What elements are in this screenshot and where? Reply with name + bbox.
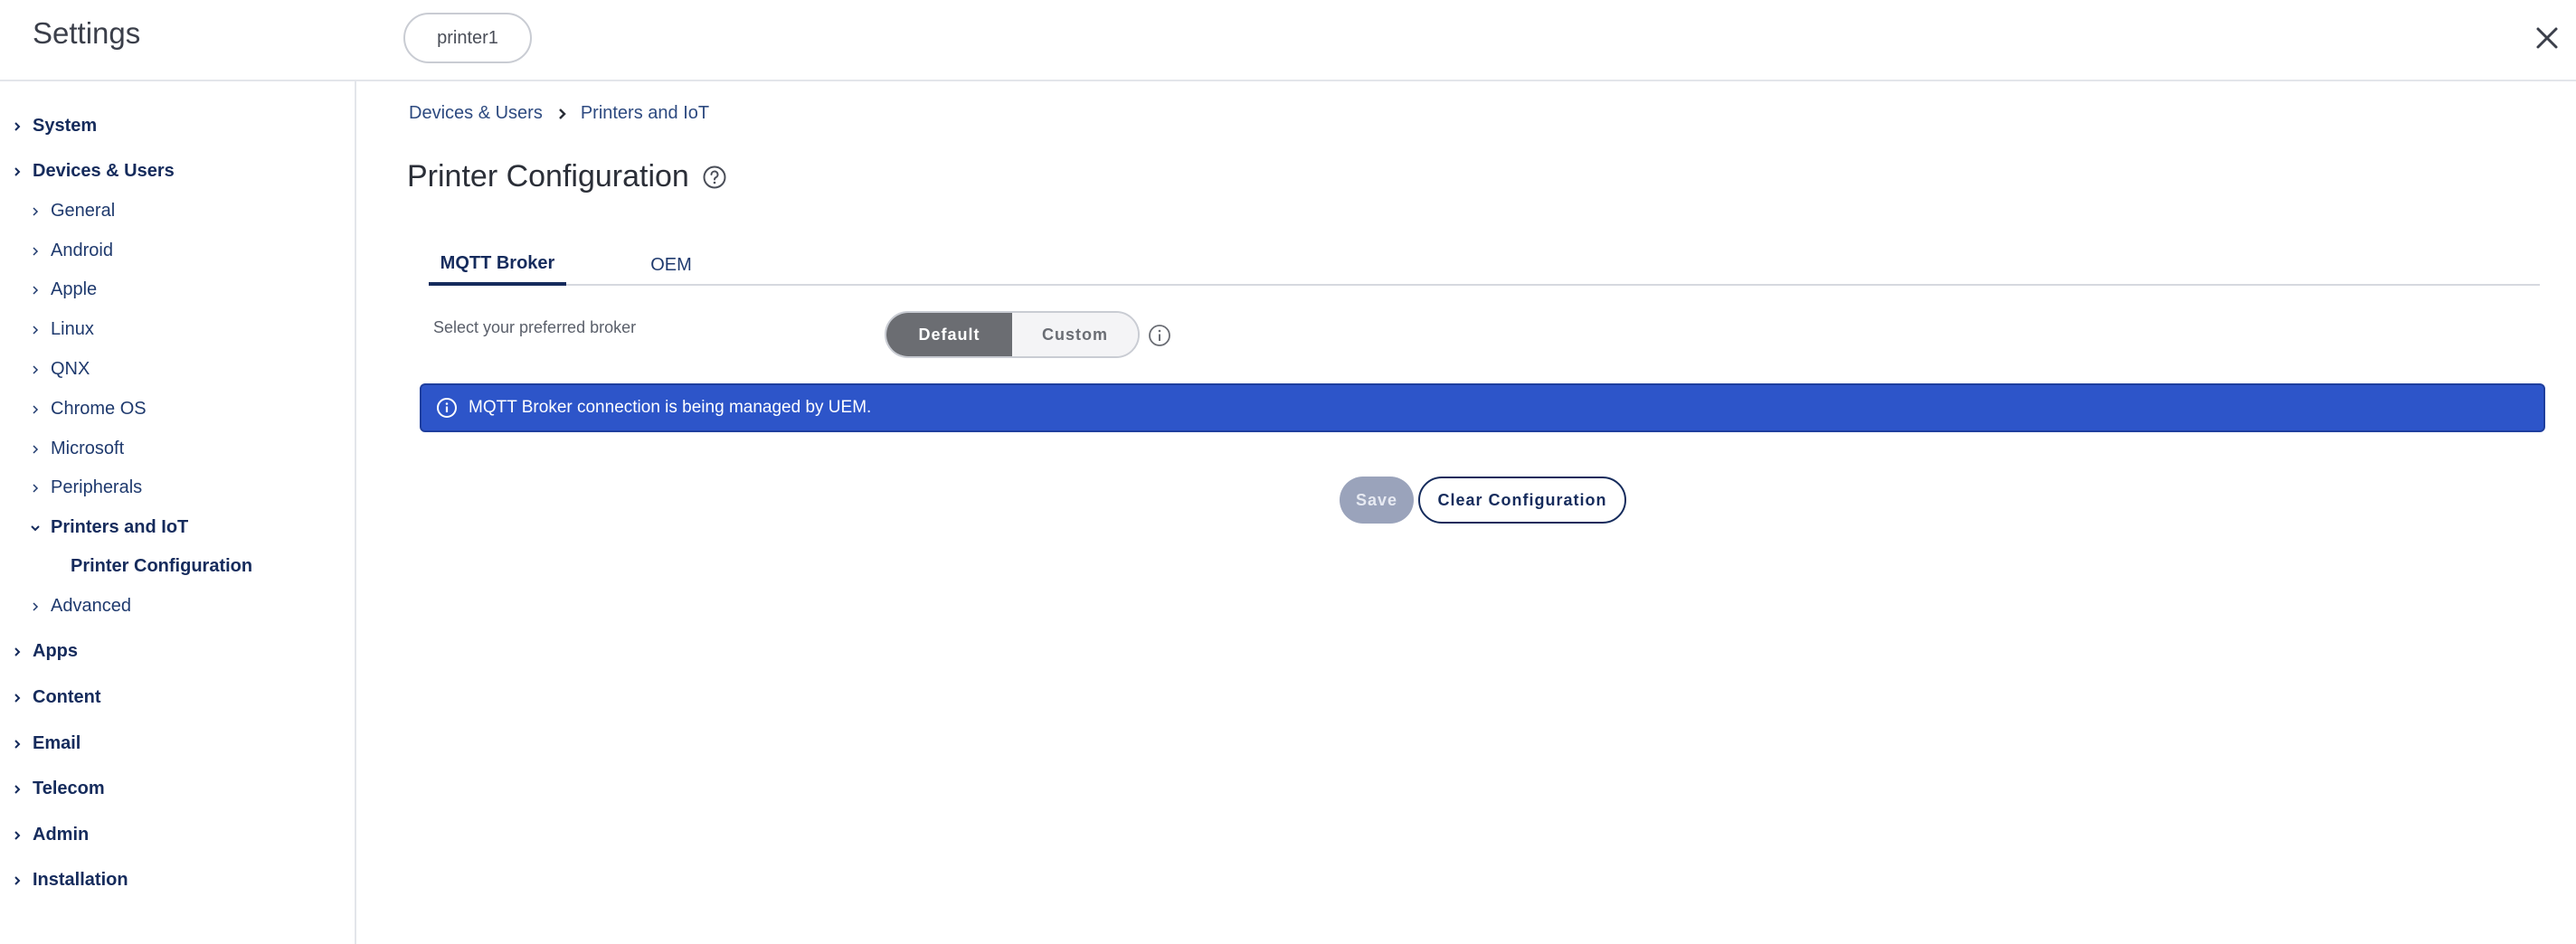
app-title: Settings xyxy=(33,16,141,50)
chevron-right-icon xyxy=(11,829,24,842)
chevron-right-icon xyxy=(557,107,568,121)
sidebar-item-linux[interactable]: Linux xyxy=(29,319,94,340)
broker-toggle: Default Custom xyxy=(885,311,1140,358)
tab-bar: MQTT Broker OEM xyxy=(429,244,2540,286)
broker-option-default[interactable]: Default xyxy=(886,313,1012,356)
sidebar-item-apple[interactable]: Apple xyxy=(29,279,97,300)
sidebar-item-chrome-os[interactable]: Chrome OS xyxy=(29,399,147,420)
breadcrumb: Devices & Users Printers and IoT xyxy=(409,103,709,124)
page-title: Printer Configuration xyxy=(407,159,689,194)
chevron-right-icon xyxy=(29,363,42,376)
sidebar-item-android[interactable]: Android xyxy=(29,241,113,261)
help-icon[interactable] xyxy=(702,165,727,190)
chevron-right-icon xyxy=(29,443,42,456)
chevron-right-icon xyxy=(11,692,24,704)
context-pill[interactable]: printer1 xyxy=(403,13,532,63)
chevron-right-icon xyxy=(29,284,42,297)
chevron-right-icon xyxy=(29,600,42,613)
sidebar-item-label: Printer Configuration xyxy=(71,556,253,576)
sidebar-item-admin[interactable]: Admin xyxy=(11,825,89,845)
sidebar-item-label: Linux xyxy=(51,319,94,339)
chevron-right-icon xyxy=(11,165,24,178)
sidebar-item-label: Admin xyxy=(33,825,90,845)
broker-option-custom[interactable]: Custom xyxy=(1012,313,1138,356)
chevron-right-icon xyxy=(29,324,42,336)
clear-configuration-button[interactable]: Clear Configuration xyxy=(1418,477,1626,524)
chevron-down-icon xyxy=(29,522,42,534)
sidebar-item-label: Apps xyxy=(33,641,78,661)
chevron-right-icon xyxy=(29,403,42,416)
chevron-right-icon xyxy=(11,874,24,887)
sidebar-item-general[interactable]: General xyxy=(29,201,115,222)
sidebar-item-system[interactable]: System xyxy=(11,116,97,137)
close-icon[interactable] xyxy=(2531,22,2563,54)
sidebar-item-label: Android xyxy=(51,241,113,260)
sidebar-item-label: Installation xyxy=(33,870,128,890)
info-icon[interactable] xyxy=(1147,323,1172,348)
sidebar-item-content[interactable]: Content xyxy=(11,687,101,708)
top-bar: Settings printer1 xyxy=(0,0,2576,81)
sidebar-item-printers-iot[interactable]: Printers and IoT xyxy=(29,517,188,538)
sidebar-item-qnx[interactable]: QNX xyxy=(29,359,90,380)
sidebar-item-microsoft[interactable]: Microsoft xyxy=(29,439,124,459)
sidebar-item-installation[interactable]: Installation xyxy=(11,870,128,891)
sidebar-item-telecom[interactable]: Telecom xyxy=(11,779,105,799)
chevron-right-icon xyxy=(11,120,24,133)
tab-oem[interactable]: OEM xyxy=(642,244,700,286)
info-icon xyxy=(436,397,458,419)
sidebar-item-label: Email xyxy=(33,733,81,753)
sidebar-item-label: Devices & Users xyxy=(33,161,175,181)
chevron-right-icon xyxy=(29,205,42,218)
sidebar-item-label: General xyxy=(51,201,116,221)
sidebar-item-label: Microsoft xyxy=(51,439,125,458)
chevron-right-icon xyxy=(29,245,42,258)
sidebar-item-label: Peripherals xyxy=(51,477,143,497)
sidebar-item-label: Telecom xyxy=(33,779,105,798)
sidebar-item-label: Apple xyxy=(51,279,98,299)
sidebar-nav: System Devices & Users General Android A… xyxy=(0,81,356,944)
sidebar-item-label: Chrome OS xyxy=(51,399,147,419)
page-title-row: Printer Configuration xyxy=(407,159,727,194)
sidebar-item-advanced[interactable]: Advanced xyxy=(29,596,131,617)
info-banner: MQTT Broker connection is being managed … xyxy=(420,383,2545,432)
chevron-right-icon xyxy=(11,646,24,658)
sidebar-item-label: Content xyxy=(33,687,101,707)
breadcrumb-item-printers-iot[interactable]: Printers and IoT xyxy=(581,103,709,124)
sidebar-item-printer-configuration[interactable]: Printer Configuration xyxy=(71,556,252,577)
sidebar-item-email[interactable]: Email xyxy=(11,733,80,754)
breadcrumb-item-devices-users[interactable]: Devices & Users xyxy=(409,103,543,124)
chevron-right-icon xyxy=(11,783,24,796)
sidebar-item-devices-users[interactable]: Devices & Users xyxy=(11,161,175,182)
sidebar-item-label: Printers and IoT xyxy=(51,517,189,537)
chevron-right-icon xyxy=(29,482,42,495)
banner-text: MQTT Broker connection is being managed … xyxy=(469,398,872,417)
sidebar-item-peripherals[interactable]: Peripherals xyxy=(29,477,142,498)
sidebar-item-label: System xyxy=(33,116,98,136)
sidebar-item-label: Advanced xyxy=(51,596,131,616)
broker-label: Select your preferred broker xyxy=(433,318,637,336)
sidebar-item-label: QNX xyxy=(51,359,90,379)
sidebar-item-apps[interactable]: Apps xyxy=(11,641,78,662)
tab-mqtt-broker[interactable]: MQTT Broker xyxy=(429,244,566,286)
chevron-right-icon xyxy=(11,738,24,750)
save-button[interactable]: Save xyxy=(1340,477,1414,524)
